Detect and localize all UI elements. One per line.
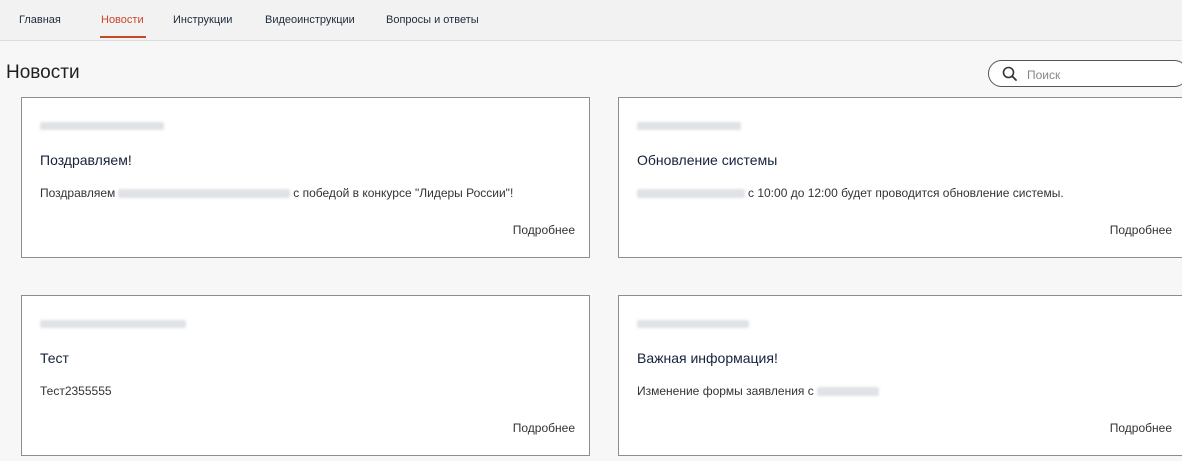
news-summary: Изменение формы заявления с: [637, 384, 882, 398]
redacted-text: [816, 386, 879, 396]
nav-item-home[interactable]: Главная: [19, 13, 61, 27]
news-summary: с 10:00 до 12:00 будет проводится обновл…: [637, 186, 1064, 200]
search-icon: [1002, 66, 1017, 81]
read-more-link[interactable]: Подробнее: [1110, 421, 1172, 435]
read-more-link[interactable]: Подробнее: [513, 421, 575, 435]
news-title[interactable]: Тест: [40, 350, 69, 366]
news-date-redacted: [40, 320, 186, 328]
news-title[interactable]: Важная информация!: [637, 350, 778, 366]
news-card: Обновление системы с 10:00 до 12:00 буде…: [618, 97, 1182, 258]
nav-item-news[interactable]: Новости: [101, 13, 144, 27]
news-date-redacted: [637, 320, 749, 328]
search-input[interactable]: [1025, 65, 1179, 85]
redacted-text: [637, 188, 745, 198]
top-navigation: Главная Новости Инструкции Видеоинструкц…: [0, 0, 1182, 41]
news-date-redacted: [40, 122, 164, 130]
read-more-link[interactable]: Подробнее: [513, 223, 575, 237]
news-card: Поздравляем! Поздравляем с победой в кон…: [21, 97, 590, 258]
nav-active-indicator: [100, 36, 146, 38]
news-summary-text: Изменение формы заявления с: [637, 384, 814, 398]
news-summary: Поздравляем с победой в конкурсе "Лидеры…: [40, 186, 513, 200]
news-summary-text: Поздравляем: [40, 186, 116, 200]
news-card: Тест Тест2355555 Подробнее: [21, 295, 590, 456]
redacted-text: [118, 188, 291, 198]
read-more-link[interactable]: Подробнее: [1110, 223, 1172, 237]
news-date-redacted: [637, 122, 741, 130]
nav-item-instructions[interactable]: Инструкции: [173, 13, 232, 27]
news-summary-text: Тест2355555: [40, 384, 112, 398]
nav-item-video-instructions[interactable]: Видеоинструкции: [265, 13, 355, 27]
nav-item-faq[interactable]: Вопросы и ответы: [386, 13, 479, 27]
page-title: Новости: [6, 62, 80, 83]
news-title[interactable]: Поздравляем!: [40, 152, 132, 168]
news-summary: Тест2355555: [40, 384, 112, 398]
search-box[interactable]: [988, 60, 1182, 87]
news-title[interactable]: Обновление системы: [637, 152, 777, 168]
news-summary-text-end: с победой в конкурсе "Лидеры России"!: [293, 186, 514, 200]
news-summary-text-end: с 10:00 до 12:00 будет проводится обновл…: [748, 186, 1064, 200]
news-card: Важная информация! Изменение формы заявл…: [618, 295, 1182, 456]
